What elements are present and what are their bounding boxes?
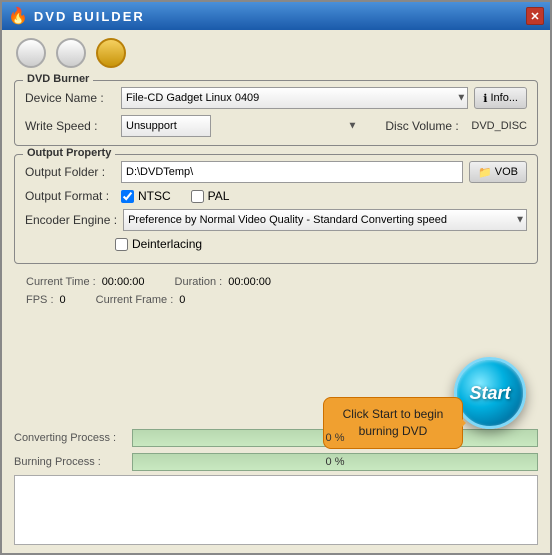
- ntsc-checkbox[interactable]: [121, 190, 134, 203]
- tooltip-text: Click Start to begin burning DVD: [343, 407, 444, 438]
- vob-button-label: VOB: [495, 166, 518, 178]
- ntsc-pal-row: NTSC PAL: [121, 189, 527, 203]
- write-speed-row: Write Speed : Unsupport ▼ Disc Volume : …: [25, 115, 527, 137]
- output-format-row: Output Format : NTSC PAL: [25, 189, 527, 203]
- encoder-engine-label: Encoder Engine :: [25, 213, 117, 227]
- toolbar: [2, 30, 550, 76]
- current-time-value: 00:00:00: [102, 276, 145, 288]
- ntsc-label: NTSC: [138, 189, 171, 203]
- flame-icon: 🔥: [8, 6, 28, 26]
- pal-checkbox[interactable]: [191, 190, 204, 203]
- current-time-label: Current Time :: [26, 276, 96, 288]
- output-folder-input[interactable]: [121, 161, 463, 183]
- write-speed-label: Write Speed :: [25, 119, 115, 133]
- device-name-label: Device Name :: [25, 91, 115, 105]
- main-window: 🔥 DVD BUILDER ✕ DVD Burner Device Name :…: [0, 0, 552, 555]
- write-speed-arrow-icon: ▼: [347, 121, 357, 132]
- output-property-title: Output Property: [23, 147, 115, 159]
- disc-volume-label: Disc Volume :: [385, 119, 465, 133]
- converting-progress-text: 0 %: [326, 432, 345, 444]
- write-speed-select[interactable]: Unsupport: [121, 115, 211, 137]
- write-speed-select-wrapper: Unsupport ▼: [121, 115, 359, 137]
- current-time-item: Current Time : 00:00:00: [26, 276, 145, 288]
- output-format-label: Output Format :: [25, 189, 115, 203]
- deinterlacing-label: Deinterlacing: [132, 237, 202, 251]
- burning-label: Burning Process :: [14, 456, 124, 468]
- info-circle-icon: ℹ: [483, 92, 487, 105]
- toolbar-button-2[interactable]: [56, 38, 86, 68]
- folder-icon: 📁: [478, 166, 492, 179]
- duration-label: Duration :: [175, 276, 223, 288]
- toolbar-button-1[interactable]: [16, 38, 46, 68]
- deinterlacing-row: Deinterlacing: [115, 237, 527, 251]
- device-name-select-wrapper: File-CD Gadget Linux 0409 ▼: [121, 87, 468, 109]
- duration-item: Duration : 00:00:00: [175, 276, 272, 288]
- info-button[interactable]: ℹ Info...: [474, 87, 527, 109]
- window-title: DVD BUILDER: [34, 9, 145, 24]
- deinterlacing-checkbox[interactable]: [115, 238, 128, 251]
- stats-row-1: Current Time : 00:00:00 Duration : 00:00…: [26, 276, 526, 288]
- vob-button[interactable]: 📁 VOB: [469, 161, 527, 183]
- dvd-burner-group: DVD Burner Device Name : File-CD Gadget …: [14, 80, 538, 146]
- pal-item: PAL: [191, 189, 230, 203]
- device-name-row: Device Name : File-CD Gadget Linux 0409 …: [25, 87, 527, 109]
- converting-label: Converting Process :: [14, 432, 124, 444]
- burning-progress-row: Burning Process : 0 %: [2, 453, 550, 471]
- log-area[interactable]: [14, 475, 538, 545]
- device-name-select[interactable]: File-CD Gadget Linux 0409: [121, 87, 468, 109]
- encoder-select-wrapper: Preference by Normal Video Quality - Sta…: [123, 209, 527, 231]
- ntsc-item: NTSC: [121, 189, 171, 203]
- progress-start-area: Converting Process : 0 % Burning Process…: [2, 425, 550, 471]
- current-frame-label: Current Frame :: [96, 294, 174, 306]
- encoder-engine-row: Encoder Engine : Preference by Normal Vi…: [25, 209, 527, 231]
- stats-area: Current Time : 00:00:00 Duration : 00:00…: [14, 272, 538, 306]
- pal-label: PAL: [208, 189, 230, 203]
- output-folder-row: Output Folder : 📁 VOB: [25, 161, 527, 183]
- title-bar: 🔥 DVD BUILDER ✕: [2, 2, 550, 30]
- disc-volume-value: DVD_DISC: [471, 120, 527, 132]
- output-folder-label: Output Folder :: [25, 165, 115, 179]
- dvd-burner-title: DVD Burner: [23, 73, 93, 85]
- encoder-engine-select[interactable]: Preference by Normal Video Quality - Sta…: [123, 209, 527, 231]
- fps-label: FPS :: [26, 294, 54, 306]
- burning-progress-text: 0 %: [326, 456, 345, 468]
- start-area: Start Click Start to begin burning DVD: [398, 387, 538, 439]
- duration-value: 00:00:00: [228, 276, 271, 288]
- title-bar-left: 🔥 DVD BUILDER: [8, 6, 145, 26]
- start-label: Start: [469, 383, 510, 404]
- current-frame-item: Current Frame : 0: [96, 294, 186, 306]
- toolbar-button-3[interactable]: [96, 38, 126, 68]
- burning-progress-bar: 0 %: [132, 453, 538, 471]
- current-frame-value: 0: [179, 294, 185, 306]
- stats-row-2: FPS : 0 Current Frame : 0: [26, 294, 526, 306]
- fps-value: 0: [60, 294, 66, 306]
- output-property-group: Output Property Output Folder : 📁 VOB Ou…: [14, 154, 538, 264]
- close-button[interactable]: ✕: [526, 7, 544, 25]
- fps-item: FPS : 0: [26, 294, 66, 306]
- info-button-label: Info...: [490, 92, 518, 104]
